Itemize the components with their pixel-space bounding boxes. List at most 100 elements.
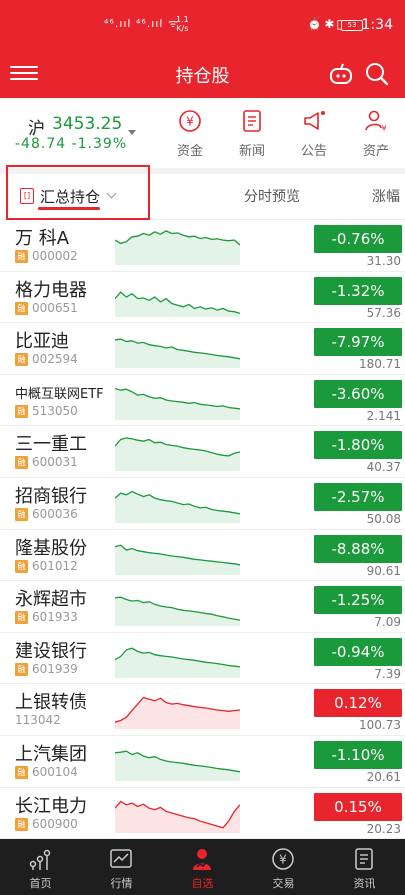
- quick-action-news[interactable]: 新闻: [228, 108, 276, 159]
- stock-name: 隆基股份: [15, 537, 87, 559]
- margin-tag: 融: [15, 507, 28, 521]
- change-badge[interactable]: -7.97%: [314, 328, 402, 357]
- stock-code: 600031: [32, 455, 78, 470]
- intraday-sparkline: [115, 387, 240, 420]
- change-badge[interactable]: -3.60%: [314, 379, 402, 408]
- tab-watchlist[interactable]: 自选: [162, 839, 243, 895]
- change-badge[interactable]: -1.80%: [314, 431, 402, 460]
- intraday-sparkline: [115, 750, 240, 781]
- intraday-sparkline: [115, 290, 240, 317]
- margin-tag: 融: [15, 404, 28, 418]
- tab-market[interactable]: 行情: [81, 839, 162, 895]
- change-badge[interactable]: -2.57%: [314, 482, 402, 511]
- quick-action-assets[interactable]: ¥ 资产: [352, 108, 400, 159]
- yuan-coin-icon: ¥: [179, 110, 201, 132]
- stock-row[interactable]: 万 科A 融 000002 -0.76% 31.30: [0, 220, 405, 272]
- stock-row[interactable]: 隆基股份融 601012 -8.88% 90.61: [0, 530, 405, 582]
- stock-price: 20.23: [366, 821, 401, 836]
- stock-row[interactable]: 上汽集团融 600104 -1.10% 20.61: [0, 736, 405, 788]
- stock-code: 000651: [32, 300, 78, 315]
- tab-label: 自选: [191, 877, 214, 890]
- summary-holdings-icon: []: [20, 188, 34, 204]
- holdings-selector-label[interactable]: 汇总持仓: [40, 186, 100, 207]
- sparkline-area: [115, 647, 240, 678]
- tab-label: 交易: [272, 877, 295, 890]
- intraday-sparkline: [115, 338, 240, 369]
- stock-price: 90.61: [366, 563, 401, 578]
- change-badge[interactable]: -1.25%: [314, 586, 402, 615]
- stock-code: 601939: [32, 661, 78, 676]
- stock-row[interactable]: 上银转债 113042 0.12% 100.73: [0, 684, 405, 736]
- stock-code: 002594: [32, 352, 78, 367]
- document-icon: [243, 110, 261, 132]
- change-badge[interactable]: 0.15%: [314, 792, 402, 821]
- index-switch-caret-icon[interactable]: [128, 130, 136, 135]
- intraday-sparkline: [115, 800, 240, 833]
- stock-row[interactable]: 招商银行融 600036 -2.57% 50.08: [0, 478, 405, 530]
- stock-name: 长江电力: [15, 795, 87, 817]
- search-icon[interactable]: [363, 60, 391, 88]
- margin-tag: 融: [15, 353, 28, 367]
- change-badge[interactable]: 0.12%: [314, 689, 402, 718]
- stock-code: 600900: [32, 816, 78, 831]
- index-change: -48.74 -1.39%: [15, 136, 128, 152]
- stock-row[interactable]: 中概互联网ETF 融 513050 -3.60% 2.141: [0, 375, 405, 427]
- stock-name: 招商银行: [15, 485, 87, 507]
- intraday-sparkline: [115, 647, 240, 678]
- clock: 1:34: [361, 17, 393, 33]
- trade-yuan-icon: ¥: [272, 848, 294, 870]
- quick-action-label: 新闻: [238, 144, 265, 159]
- bottom-tab-bar: 首页 行情 自选 ¥ 交易 资讯: [0, 839, 405, 895]
- margin-tag: 融: [15, 817, 28, 831]
- index-quote-bar[interactable]: 沪 3453.25 -48.74 -1.39% ¥ 资金 新闻 公告 ¥ 资产: [0, 98, 405, 168]
- intraday-sparkline: [115, 490, 240, 523]
- robot-assistant-icon[interactable]: [327, 60, 355, 88]
- margin-tag: 融: [15, 559, 28, 573]
- stock-name: 比亚迪: [15, 331, 69, 353]
- index-value: 3453.25: [52, 114, 123, 134]
- stock-code: 113042: [15, 713, 61, 728]
- news-document-icon: [355, 848, 373, 870]
- quick-action-funds[interactable]: ¥ 资金: [166, 108, 214, 159]
- tab-home[interactable]: 首页: [0, 839, 81, 895]
- market-chart-icon: [110, 849, 132, 868]
- change-badge[interactable]: -8.88%: [314, 534, 402, 563]
- stock-name: 中概互联网ETF: [15, 386, 104, 402]
- margin-tag: 融: [15, 250, 28, 263]
- tab-news[interactable]: 资讯: [324, 839, 405, 895]
- stock-price: 50.08: [366, 511, 401, 526]
- stock-code: 513050: [32, 403, 78, 418]
- quick-action-announcements[interactable]: 公告: [290, 108, 338, 159]
- user-assets-icon: ¥: [365, 110, 387, 133]
- stock-price: 7.39: [374, 666, 401, 681]
- intraday-sparkline: [115, 697, 240, 730]
- stock-name: 上汽集团: [15, 743, 87, 765]
- stock-row[interactable]: 永辉超市融 601933 -1.25% 7.09: [0, 581, 405, 633]
- stock-row[interactable]: 建设银行融 601939 -0.94% 7.39: [0, 633, 405, 685]
- column-header-change[interactable]: 涨幅: [372, 186, 400, 206]
- change-badge[interactable]: -1.10%: [314, 740, 402, 769]
- stock-row[interactable]: 三一重工融 600031 -1.80% 40.37: [0, 426, 405, 478]
- watchlist-person-icon: [193, 849, 211, 870]
- network-indicators: ⁴⁶.ııl ⁴⁶.ııl ᯤ: [104, 17, 180, 30]
- sparkline-area: [115, 751, 240, 781]
- change-badge[interactable]: -0.76%: [314, 225, 402, 253]
- margin-tag: 融: [15, 611, 28, 625]
- intraday-sparkline: [115, 437, 240, 472]
- stock-row[interactable]: 格力电器融 000651 -1.32% 57.36: [0, 272, 405, 324]
- stock-row[interactable]: 比亚迪融 002594 -7.97% 180.71: [0, 323, 405, 375]
- change-badge[interactable]: -1.32%: [314, 276, 402, 305]
- column-header-intraday-preview[interactable]: 分时预览: [244, 186, 300, 206]
- home-chart-icon: [29, 849, 51, 870]
- tab-label: 首页: [29, 877, 52, 890]
- stock-price: 31.30: [366, 254, 401, 268]
- quick-action-label: 公告: [300, 144, 327, 159]
- stock-list: 万 科A 融 000002 -0.76% 31.30 格力电器融 000651 -1.32% 5…: [0, 220, 405, 840]
- tab-trade[interactable]: ¥ 交易: [243, 839, 324, 895]
- change-badge[interactable]: -0.94%: [314, 637, 402, 666]
- stock-price: 180.71: [359, 357, 401, 372]
- stock-row[interactable]: 长江电力融 600900 0.15% 20.23: [0, 788, 405, 840]
- intraday-sparkline: [115, 596, 240, 627]
- svg-text:¥: ¥: [186, 115, 194, 129]
- stock-code: 000002: [32, 249, 78, 263]
